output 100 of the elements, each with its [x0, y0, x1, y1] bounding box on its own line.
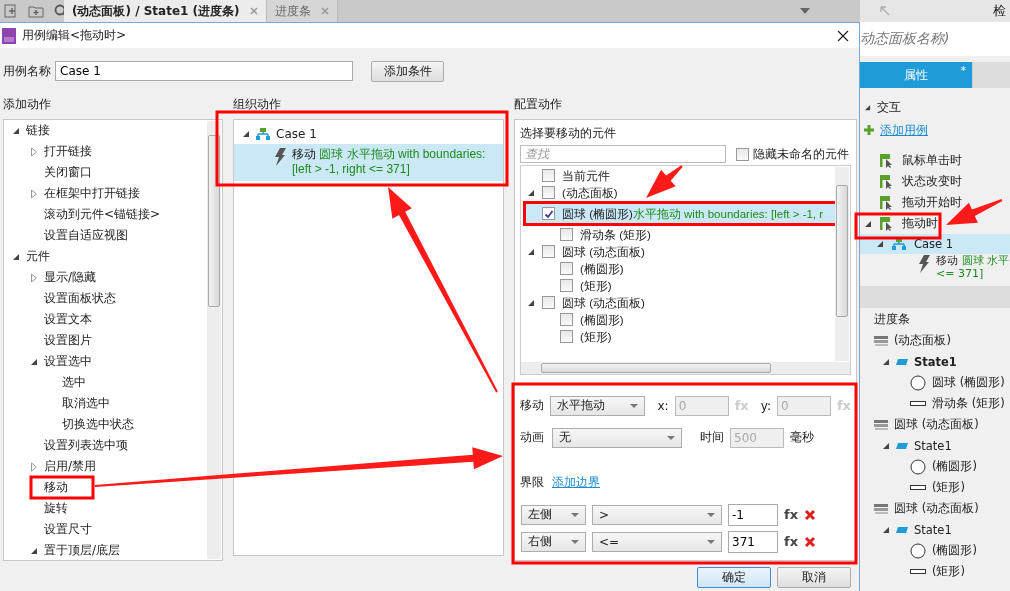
expanded-caret-icon[interactable]: [882, 357, 890, 366]
action-tree-item[interactable]: 选中: [62, 374, 86, 391]
event-label[interactable]: 鼠标单击时: [902, 153, 962, 168]
outline-item[interactable]: 圆球 (动态面板): [894, 417, 979, 432]
action-tree-item[interactable]: 关闭窗口: [44, 164, 92, 181]
expanded-caret-icon[interactable]: [882, 525, 890, 534]
expanded-caret-icon[interactable]: [30, 357, 38, 366]
action-tree-item[interactable]: 设置面板状态: [44, 290, 116, 307]
outline-item[interactable]: 滑动条 (矩形): [932, 396, 1005, 411]
checkbox[interactable]: [560, 228, 573, 241]
document-tab[interactable]: (动态面板) / State1 (进度条): [64, 0, 267, 22]
dialog-button[interactable]: 确定: [697, 567, 771, 588]
expanded-caret-icon[interactable]: [12, 126, 20, 135]
add-folder-icon[interactable]: [28, 4, 44, 18]
action-tree-item[interactable]: 设置文本: [44, 311, 92, 328]
document-tab[interactable]: 进度条: [266, 0, 338, 22]
collapsed-caret-icon[interactable]: [30, 461, 38, 472]
formula-button[interactable]: fx: [784, 507, 799, 522]
side-dropdown[interactable]: 右侧: [521, 531, 586, 552]
outline-item[interactable]: State1: [914, 438, 952, 453]
checkbox[interactable]: [560, 313, 573, 326]
scrollbar[interactable]: [521, 362, 850, 374]
collapsed-caret-icon[interactable]: [30, 146, 38, 157]
boundary-field[interactable]: -1: [728, 503, 778, 526]
dropdown-caret-icon[interactable]: [800, 8, 810, 14]
action-tree-item[interactable]: 打开链接: [44, 143, 92, 160]
outline-item[interactable]: (椭圆形): [932, 543, 977, 558]
expanded-caret-icon[interactable]: [12, 252, 20, 261]
expanded-caret-icon[interactable]: [527, 247, 535, 256]
add-boundary-link[interactable]: 添加边界: [552, 473, 600, 491]
widget-row[interactable]: 圆球 (动态面板): [521, 294, 834, 311]
outline-item[interactable]: 圆球 (椭圆形): [932, 375, 1005, 390]
event-label[interactable]: 状态改变时: [902, 174, 962, 189]
checkbox[interactable]: [542, 245, 555, 258]
action-tree-item[interactable]: 设置选中: [44, 353, 92, 370]
search-field[interactable]: 查找: [520, 145, 726, 163]
checkbox[interactable]: [542, 186, 555, 199]
checkbox[interactable]: [736, 147, 749, 161]
expanded-caret-icon[interactable]: [30, 546, 38, 555]
action-tree-item[interactable]: 滚动到元件<锚链接>: [44, 206, 161, 223]
widget-row[interactable]: 当前元件: [521, 167, 834, 184]
scrollbar[interactable]: [835, 167, 849, 361]
outline-item[interactable]: State1: [914, 522, 952, 537]
expanded-caret-icon[interactable]: [242, 129, 250, 138]
action-tree-item[interactable]: 设置尺寸: [44, 521, 92, 538]
animation-dropdown[interactable]: 无: [552, 427, 682, 448]
delete-icon[interactable]: [804, 508, 817, 521]
checkbox[interactable]: [560, 262, 573, 275]
checkbox[interactable]: [560, 330, 573, 343]
outline-item[interactable]: (动态面板): [894, 333, 951, 348]
action-tree-item[interactable]: 旋转: [44, 500, 68, 517]
close-icon[interactable]: [837, 29, 849, 42]
expanded-caret-icon[interactable]: [876, 240, 884, 248]
event-label[interactable]: 拖动开始时: [902, 195, 962, 210]
collapsed-caret-icon[interactable]: [30, 188, 38, 199]
side-dropdown[interactable]: 左侧: [521, 504, 586, 525]
checkbox-label[interactable]: 隐藏未命名的元件: [753, 146, 849, 162]
widget-row[interactable]: (矩形): [521, 328, 834, 345]
scrollbar[interactable]: [207, 121, 221, 559]
checkbox[interactable]: [542, 207, 555, 220]
outline-item[interactable]: (椭圆形): [932, 459, 977, 474]
action-tree-item[interactable]: 元件: [26, 248, 50, 265]
undock-arrow-icon[interactable]: [880, 6, 890, 16]
widget-row[interactable]: (椭圆形): [521, 311, 834, 328]
action-tree-item[interactable]: 移动: [44, 479, 68, 496]
expanded-caret-icon[interactable]: [882, 441, 890, 450]
widget-row[interactable]: (椭圆形): [521, 260, 834, 277]
add-page-icon[interactable]: [4, 4, 18, 18]
action-tree-item[interactable]: 显示/隐藏: [44, 269, 97, 286]
add-condition-button[interactable]: 添加条件: [371, 60, 444, 82]
action-tree-item[interactable]: 启用/禁用: [44, 458, 97, 475]
formula-button[interactable]: fx: [784, 534, 799, 549]
case-label[interactable]: Case 1: [276, 126, 317, 141]
action-tree-item[interactable]: 取消选中: [62, 395, 110, 412]
expanded-caret-icon[interactable]: [864, 219, 872, 228]
action-tree-item[interactable]: 设置列表选中项: [44, 437, 128, 454]
checkbox[interactable]: [542, 169, 555, 182]
case-name-field[interactable]: Case 1: [55, 61, 353, 81]
dialog-button[interactable]: 取消: [777, 567, 851, 588]
widget-row[interactable]: (矩形): [521, 277, 834, 294]
action-row[interactable]: 移动 圆球 水平拖动 with boundaries: [left > -1, right <= 371]: [234, 144, 503, 181]
event-label[interactable]: 拖动时: [902, 216, 938, 231]
action-tree-item[interactable]: 置于顶层/底层: [44, 542, 121, 559]
action-tree-item[interactable]: 切换选中状态: [62, 416, 134, 433]
outline-item[interactable]: State1: [914, 354, 957, 369]
outline-item[interactable]: 圆球 (动态面板): [894, 501, 979, 516]
expanded-caret-icon[interactable]: [527, 188, 535, 197]
plus-icon[interactable]: [864, 125, 874, 135]
boundary-field[interactable]: 371: [728, 530, 778, 553]
action-tree-item[interactable]: 在框架中打开链接: [44, 185, 140, 202]
operator-dropdown[interactable]: <=: [592, 531, 722, 552]
delete-icon[interactable]: [804, 535, 817, 548]
operator-dropdown[interactable]: >: [592, 504, 722, 525]
action-tree-item[interactable]: 设置自适应视图: [44, 227, 128, 244]
widget-row[interactable]: 滑动条 (矩形): [521, 226, 834, 243]
checkbox[interactable]: [560, 279, 573, 292]
outline-item[interactable]: (矩形): [932, 564, 965, 579]
expanded-caret-icon[interactable]: [527, 298, 535, 307]
expanded-caret-icon[interactable]: [864, 103, 871, 111]
action-tree-item[interactable]: 链接: [26, 122, 50, 139]
